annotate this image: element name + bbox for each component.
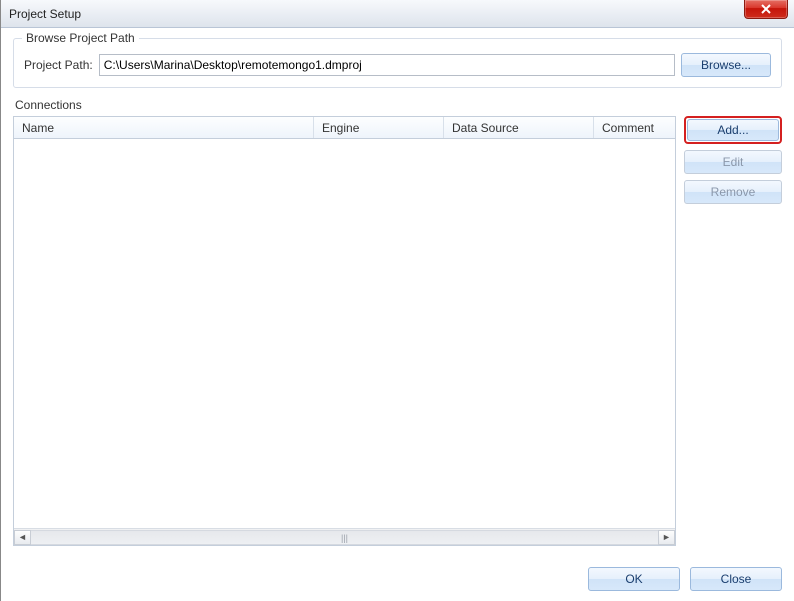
dialog-content: Browse Project Path Project Path: Browse… <box>1 28 794 546</box>
browse-button[interactable]: Browse... <box>681 53 771 77</box>
dialog-footer: OK Close <box>588 567 782 591</box>
remove-button[interactable]: Remove <box>684 180 782 204</box>
window-close-button[interactable] <box>744 0 788 19</box>
column-comment[interactable]: Comment <box>594 117 675 138</box>
add-button[interactable]: Add... <box>687 119 779 141</box>
edit-button[interactable]: Edit <box>684 150 782 174</box>
table-body <box>14 139 675 528</box>
browse-path-legend: Browse Project Path <box>22 31 139 45</box>
connections-label: Connections <box>15 98 782 112</box>
scroll-left-arrow[interactable]: ◄ <box>14 530 31 545</box>
column-data-source[interactable]: Data Source <box>444 117 594 138</box>
project-path-input[interactable] <box>99 54 675 76</box>
ok-button[interactable]: OK <box>588 567 680 591</box>
window-title: Project Setup <box>9 7 81 21</box>
column-engine[interactable]: Engine <box>314 117 444 138</box>
browse-path-fieldset: Browse Project Path Project Path: Browse… <box>13 38 782 88</box>
title-bar: Project Setup <box>1 0 794 28</box>
scroll-track[interactable]: ||| <box>31 530 658 545</box>
column-name[interactable]: Name <box>14 117 314 138</box>
horizontal-scrollbar[interactable]: ◄ ||| ► <box>14 528 675 545</box>
connections-buttons: Add... Edit Remove <box>684 116 782 546</box>
close-icon <box>760 4 772 14</box>
scroll-thumb-grip: ||| <box>341 533 348 543</box>
table-header: Name Engine Data Source Comment <box>14 117 675 139</box>
project-path-label: Project Path: <box>24 58 93 72</box>
scroll-right-arrow[interactable]: ► <box>658 530 675 545</box>
connections-table: Name Engine Data Source Comment ◄ ||| ► <box>13 116 676 546</box>
connections-area: Name Engine Data Source Comment ◄ ||| ► … <box>13 116 782 546</box>
add-button-highlight: Add... <box>684 116 782 144</box>
close-button[interactable]: Close <box>690 567 782 591</box>
